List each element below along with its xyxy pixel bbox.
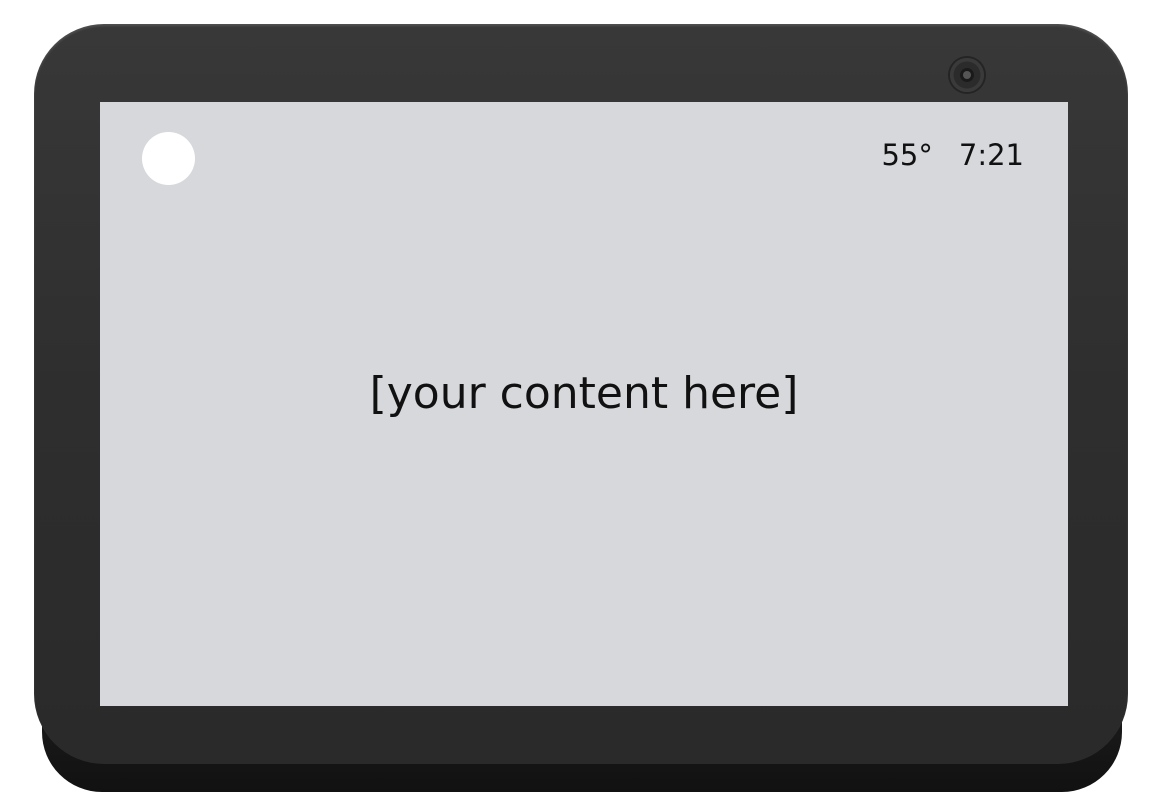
status-bar: 55° 7:21	[881, 136, 1024, 174]
device-screen: 55° 7:21 [your content here]	[100, 102, 1068, 706]
clock-readout: 7:21	[958, 138, 1024, 172]
camera-lens	[963, 71, 971, 79]
camera-icon	[950, 58, 984, 92]
content-placeholder: [your content here]	[369, 368, 799, 419]
temperature-readout: 55°	[881, 138, 933, 172]
avatar-icon[interactable]	[142, 132, 195, 185]
